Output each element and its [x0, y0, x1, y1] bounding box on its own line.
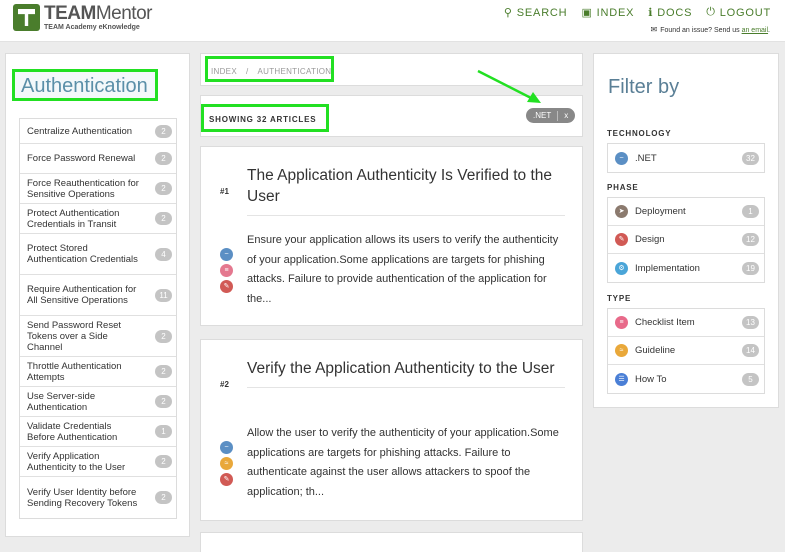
count-badge: 4: [155, 247, 172, 261]
count-badge: 1: [742, 205, 759, 218]
count-badge: 2: [155, 124, 172, 138]
article-summary: Allow the user to verify the authenticit…: [247, 427, 559, 498]
category-item[interactable]: Verify User Identity before Sending Reco…: [20, 477, 176, 518]
count-badge: 2: [155, 152, 172, 165]
article-summary: Ensure your application allows its users…: [247, 234, 559, 305]
filter-tag-label: .NET: [533, 111, 552, 120]
type-list: ≡ Checklist Item 13 ≈ Guideline 14 ☰ How…: [607, 308, 765, 394]
article-number: #1: [220, 187, 229, 196]
implementation-icon: ⚙: [615, 261, 628, 275]
nav-search[interactable]: ⚲ SEARCH: [503, 6, 568, 20]
top-nav: ⚲ SEARCH ▣ INDEX ℹ DOCS ⏻ LOGOUT: [504, 6, 771, 19]
design-icon: ✎: [220, 280, 233, 293]
page-title: Authentication: [12, 69, 158, 101]
technology-list: ~ .NET 32: [607, 143, 765, 173]
count-badge: 19: [742, 261, 759, 275]
category-item[interactable]: Centralize Authentication 2: [20, 119, 176, 144]
top-header: TEAMMentor TEAM Academy eKnowledge ⚲ SEAR…: [0, 0, 785, 42]
category-item[interactable]: Throttle Authentication Attempts 2: [20, 357, 176, 387]
technology-heading: TECHNOLOGY: [607, 129, 672, 138]
filter-item-design[interactable]: ✎ Design 12: [608, 226, 764, 254]
logo-title: TEAM: [44, 3, 96, 24]
dotnet-icon: ~: [615, 151, 628, 165]
count-badge: 14: [742, 344, 759, 357]
filter-item-guideline[interactable]: ≈ Guideline 14: [608, 337, 764, 365]
nav-docs[interactable]: ℹ DOCS: [648, 6, 692, 20]
category-item[interactable]: Protect Authentication Credentials in Tr…: [20, 204, 176, 234]
issue-notice: ✉ Found an issue? Send us an email.: [650, 25, 770, 34]
power-icon: ⏻: [706, 6, 716, 18]
nav-logout[interactable]: ⏻ LOGOUT: [706, 6, 771, 19]
nav-index[interactable]: ▣ INDEX: [581, 6, 634, 20]
filter-item-howto[interactable]: ☰ How To 5: [608, 365, 764, 393]
category-item[interactable]: Require Authentication for All Sensitive…: [20, 275, 176, 316]
filter-item-implementation[interactable]: ⚙ Implementation 19: [608, 254, 764, 282]
guideline-icon: ≈: [615, 344, 628, 357]
remove-filter-button[interactable]: x: [564, 111, 568, 120]
count-badge: 2: [155, 395, 172, 408]
article-title[interactable]: The Application Authenticity Is Verified…: [247, 165, 565, 216]
count-badge: 2: [155, 329, 172, 343]
category-item[interactable]: Use Server-side Authentication 2: [20, 387, 176, 417]
filter-panel: Filter by TECHNOLOGY ~ .NET 32 PHASE ➤ D…: [593, 53, 779, 408]
breadcrumb-separator: /: [245, 67, 249, 76]
design-icon: ✎: [220, 473, 233, 486]
phase-heading: PHASE: [607, 183, 639, 192]
category-item[interactable]: Validate Credentials Before Authenticati…: [20, 417, 176, 447]
active-filter-tag[interactable]: .NET x: [526, 108, 576, 123]
search-icon: ⚲: [503, 7, 513, 19]
count-badge: 1: [155, 425, 172, 438]
count-badge: 2: [155, 491, 172, 504]
logo-icon: [13, 4, 40, 31]
breadcrumb-current[interactable]: AUTHENTICATION: [257, 67, 331, 76]
filter-item-dotnet[interactable]: ~ .NET 32: [608, 144, 764, 172]
category-item[interactable]: Verify Application Authenticity to the U…: [20, 447, 176, 477]
count-badge: 13: [742, 316, 759, 329]
category-item[interactable]: Force Reauthentication for Sensitive Ope…: [20, 174, 176, 204]
checklist-icon: ≡: [615, 316, 628, 329]
category-item[interactable]: Send Password Reset Tokens over a Side C…: [20, 316, 176, 357]
article-card[interactable]: #2 Verify the Application Authenticity t…: [200, 339, 583, 521]
list-icon: ☰: [615, 372, 628, 386]
category-item[interactable]: Force Password Renewal 2: [20, 144, 176, 174]
count-badge: 2: [155, 182, 172, 195]
category-panel: Authentication Centralize Authentication…: [5, 53, 190, 537]
article-title[interactable]: Verify the Application Authenticity to t…: [247, 358, 565, 388]
count-badge: 32: [742, 151, 759, 165]
phase-list: ➤ Deployment 1 ✎ Design 12 ⚙ Implementat…: [607, 197, 765, 283]
count-badge: 2: [155, 212, 172, 225]
type-heading: TYPE: [607, 294, 632, 303]
article-card[interactable]: #1 The Application Authenticity Is Verif…: [200, 146, 583, 326]
breadcrumb-index[interactable]: INDEX: [211, 67, 237, 76]
category-list: Centralize Authentication 2 Force Passwor…: [19, 118, 177, 519]
envelope-icon: ✉: [650, 25, 658, 34]
annotation-arrow-icon: [477, 69, 541, 103]
checklist-icon: ≡: [220, 264, 233, 277]
filter-title: Filter by: [608, 76, 680, 98]
count-badge: 12: [742, 233, 759, 246]
design-icon: ✎: [615, 233, 628, 246]
count-badge: 5: [742, 372, 759, 386]
info-icon: ℹ: [648, 7, 654, 19]
article-card[interactable]: [200, 532, 583, 552]
article-number: #2: [220, 380, 229, 389]
folder-icon: ▣: [581, 7, 593, 19]
article-count: SHOWING 32 ARTICLES: [201, 104, 329, 132]
count-badge: 11: [155, 288, 172, 302]
dotnet-icon: ~: [220, 441, 233, 454]
filter-item-deployment[interactable]: ➤ Deployment 1: [608, 198, 764, 226]
dotnet-icon: ~: [220, 248, 233, 261]
logo-title-2: Mentor: [95, 3, 153, 24]
logo-subtitle: TEAM Academy eKnowledge: [44, 24, 140, 31]
category-item[interactable]: Protect Stored Authentication Credential…: [20, 234, 176, 275]
team-mentor-logo[interactable]: TEAMMentor TEAM Academy eKnowledge: [13, 4, 152, 31]
count-badge: 2: [155, 365, 172, 378]
deployment-icon: ➤: [615, 205, 628, 218]
filter-item-checklist[interactable]: ≡ Checklist Item 13: [608, 309, 764, 337]
guideline-icon: ≈: [220, 457, 233, 470]
count-badge: 2: [155, 455, 172, 468]
email-link[interactable]: an email: [742, 27, 768, 34]
